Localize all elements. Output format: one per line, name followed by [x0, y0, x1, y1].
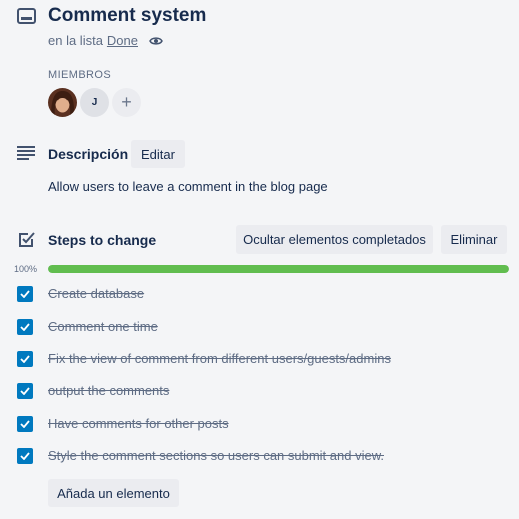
checklist-item-text[interactable]: Comment one time: [48, 319, 158, 334]
progress-percent: 100%: [14, 264, 38, 274]
eye-icon[interactable]: [149, 34, 163, 48]
check-icon: [20, 387, 30, 395]
check-icon: [20, 355, 30, 363]
card-title[interactable]: Comment system: [48, 4, 206, 28]
avatar-photo: [48, 88, 77, 117]
progress-fill: [48, 265, 509, 273]
checklist-item-text[interactable]: Create database: [48, 286, 144, 301]
checklist-item-text[interactable]: Style the comment sections so users can …: [48, 448, 384, 463]
checklist-item-text[interactable]: Have comments for other posts: [48, 416, 229, 431]
members-label: MIEMBROS: [48, 69, 112, 81]
hide-completed-button[interactable]: Ocultar elementos completados: [236, 225, 433, 254]
edit-description-button[interactable]: Editar: [131, 140, 185, 168]
checkbox[interactable]: [17, 286, 33, 302]
checkbox[interactable]: [17, 448, 33, 464]
description-heading: Descripción: [48, 146, 129, 162]
checkbox[interactable]: [17, 416, 33, 432]
add-member-button[interactable]: +: [112, 88, 141, 117]
checklist-item: Create database: [0, 284, 519, 304]
check-icon: [20, 323, 30, 331]
checkbox[interactable]: [17, 351, 33, 367]
description-icon: [17, 146, 35, 160]
check-icon: [20, 420, 30, 428]
add-item-button[interactable]: Añada un elemento: [48, 479, 179, 507]
checklist-item: Comment one time: [0, 317, 519, 337]
checklist-heading[interactable]: Steps to change: [48, 232, 156, 248]
list-prefix: en la lista: [48, 33, 103, 48]
checkbox[interactable]: [17, 319, 33, 335]
checklist-item: Style the comment sections so users can …: [0, 446, 519, 466]
checklist-item: output the comments: [0, 381, 519, 401]
avatar[interactable]: [48, 88, 77, 117]
card-icon: [17, 8, 36, 24]
list-link[interactable]: Done: [107, 32, 138, 50]
checklist-icon: [19, 232, 35, 247]
checklist-item: Have comments for other posts: [0, 414, 519, 434]
checklist-item: Fix the view of comment from different u…: [0, 349, 519, 369]
check-icon: [20, 452, 30, 460]
checkbox[interactable]: [17, 383, 33, 399]
checklist-item-text[interactable]: Fix the view of comment from different u…: [48, 351, 391, 366]
progress-bar: [48, 265, 509, 273]
checklist-item-text[interactable]: output the comments: [48, 383, 169, 398]
delete-checklist-button[interactable]: Eliminar: [441, 225, 507, 254]
list-info: en la lista Done: [48, 32, 163, 50]
description-text[interactable]: Allow users to leave a comment in the bl…: [48, 179, 328, 194]
check-icon: [20, 290, 30, 298]
avatar-initial[interactable]: J: [80, 88, 109, 117]
